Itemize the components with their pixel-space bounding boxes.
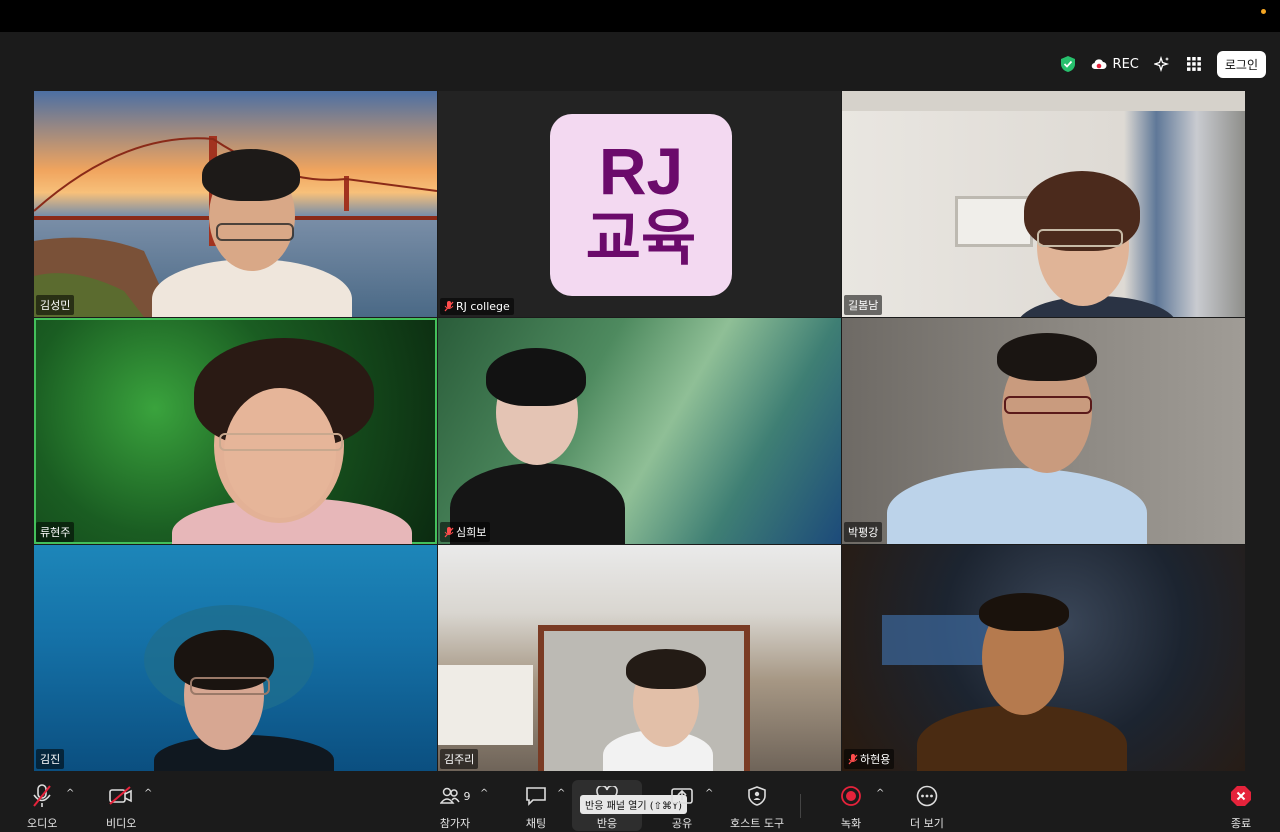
- participant-glasses: [190, 677, 270, 695]
- video-tile[interactable]: 하현용: [842, 545, 1245, 771]
- window-top-bar: [0, 0, 1280, 32]
- video-tile[interactable]: 김성민: [34, 91, 437, 317]
- video-button[interactable]: 비디오: [106, 783, 136, 831]
- participant-hair: [997, 333, 1097, 381]
- participants-icon: 9: [435, 783, 475, 809]
- participants-options-chevron-icon[interactable]: ^: [480, 788, 488, 799]
- logo-text-line2: 교육: [585, 204, 697, 274]
- wall-frame: [955, 196, 1033, 247]
- participant-name-label: 길봄남: [844, 295, 883, 315]
- host-shield-icon: [744, 783, 770, 809]
- chat-label: 채팅: [525, 817, 547, 830]
- host-tools-label: 호스트 도구: [730, 817, 785, 830]
- share-label: 공유: [671, 817, 693, 830]
- cloud-recording-status[interactable]: REC: [1091, 57, 1139, 72]
- video-tile[interactable]: 김주리: [438, 545, 841, 771]
- login-button[interactable]: 로그인: [1216, 50, 1266, 78]
- participant-name-label: 김성민: [36, 295, 75, 315]
- audio-options-chevron-icon[interactable]: ^: [66, 788, 74, 799]
- mic-muted-icon: [444, 526, 454, 537]
- participant-name-label: 김진: [36, 749, 65, 769]
- meeting-status-cluster: REC 로그인: [1049, 46, 1270, 82]
- participants-label: 참가자: [439, 817, 471, 830]
- toolbar-divider: [800, 794, 801, 818]
- mic-muted-icon: [848, 753, 858, 764]
- cloud-record-icon: [1091, 59, 1107, 70]
- video-tile[interactable]: RJ 교육 RJ college: [438, 91, 841, 317]
- share-options-chevron-icon[interactable]: ^: [705, 788, 713, 799]
- participant-hair: [979, 593, 1069, 631]
- end-meeting-button[interactable]: 종료: [1228, 783, 1254, 831]
- video-gallery: 김성민 RJ 교육 RJ college 길봄남 류현주 심희보 박평강 김진 …: [34, 91, 1246, 773]
- more-button[interactable]: 더 보기: [910, 783, 944, 831]
- end-label: 종료: [1230, 817, 1252, 830]
- host-tools-button[interactable]: 호스트 도구: [730, 783, 784, 831]
- chat-bubble-icon: [523, 783, 549, 809]
- record-options-chevron-icon[interactable]: ^: [876, 788, 884, 799]
- more-label: 더 보기: [910, 817, 944, 830]
- more-dots-icon: [914, 783, 940, 809]
- participant-glasses: [1037, 229, 1123, 247]
- chat-button[interactable]: 채팅: [523, 783, 549, 831]
- participant-glasses: [216, 223, 294, 241]
- audio-button[interactable]: 오디오: [27, 783, 57, 831]
- security-shield-icon[interactable]: [1059, 55, 1077, 73]
- participant-name-label: 박평강: [844, 522, 883, 542]
- mic-muted-icon: [444, 301, 454, 312]
- video-tile[interactable]: 길봄남: [842, 91, 1245, 317]
- participant-face-front: [224, 388, 336, 518]
- recording-indicator-dot: [1261, 9, 1266, 14]
- video-off-icon: [108, 783, 134, 809]
- end-meeting-icon: [1228, 783, 1254, 809]
- chat-options-chevron-icon[interactable]: ^: [557, 788, 565, 799]
- video-tile[interactable]: 김진: [34, 545, 437, 771]
- participant-hair: [202, 149, 300, 201]
- video-label: 비디오: [106, 817, 137, 830]
- audio-label: 오디오: [27, 817, 58, 830]
- participant-hair: [626, 649, 706, 689]
- participant-name-label: 심희보: [440, 522, 491, 542]
- record-icon: [838, 783, 864, 809]
- apps-grid-icon[interactable]: [1185, 55, 1203, 73]
- participant-name-label: RJ college: [440, 298, 514, 315]
- video-tile[interactable]: 류현주: [34, 318, 437, 544]
- mic-muted-icon: [29, 783, 55, 809]
- participant-name-label: 하현용: [844, 749, 895, 769]
- bookshelf: [438, 665, 533, 745]
- participant-glasses: [1004, 396, 1092, 414]
- participant-glasses: [219, 433, 343, 451]
- rj-education-logo: RJ 교육: [550, 114, 732, 296]
- participant-name-label: 류현주: [36, 522, 75, 542]
- reactions-label: 반응: [596, 817, 618, 830]
- ai-companion-sparkle-icon[interactable]: [1153, 55, 1171, 73]
- record-label: 녹화: [840, 817, 862, 830]
- logo-text-line1: RJ: [598, 134, 684, 208]
- rec-label: REC: [1112, 56, 1139, 72]
- participants-button[interactable]: 9 참가자: [435, 783, 475, 831]
- share-button[interactable]: 공유: [669, 783, 695, 831]
- video-tile[interactable]: 심희보: [438, 318, 841, 544]
- video-tile[interactable]: 박평강: [842, 318, 1245, 544]
- participant-name-label: 김주리: [440, 749, 479, 769]
- ceiling-trim: [842, 91, 1245, 111]
- participants-count: 9: [463, 789, 471, 803]
- video-options-chevron-icon[interactable]: ^: [144, 788, 152, 799]
- participant-body: [887, 468, 1147, 544]
- record-button[interactable]: 녹화: [838, 783, 864, 831]
- participant-hair: [486, 348, 586, 406]
- share-screen-icon: [669, 783, 695, 809]
